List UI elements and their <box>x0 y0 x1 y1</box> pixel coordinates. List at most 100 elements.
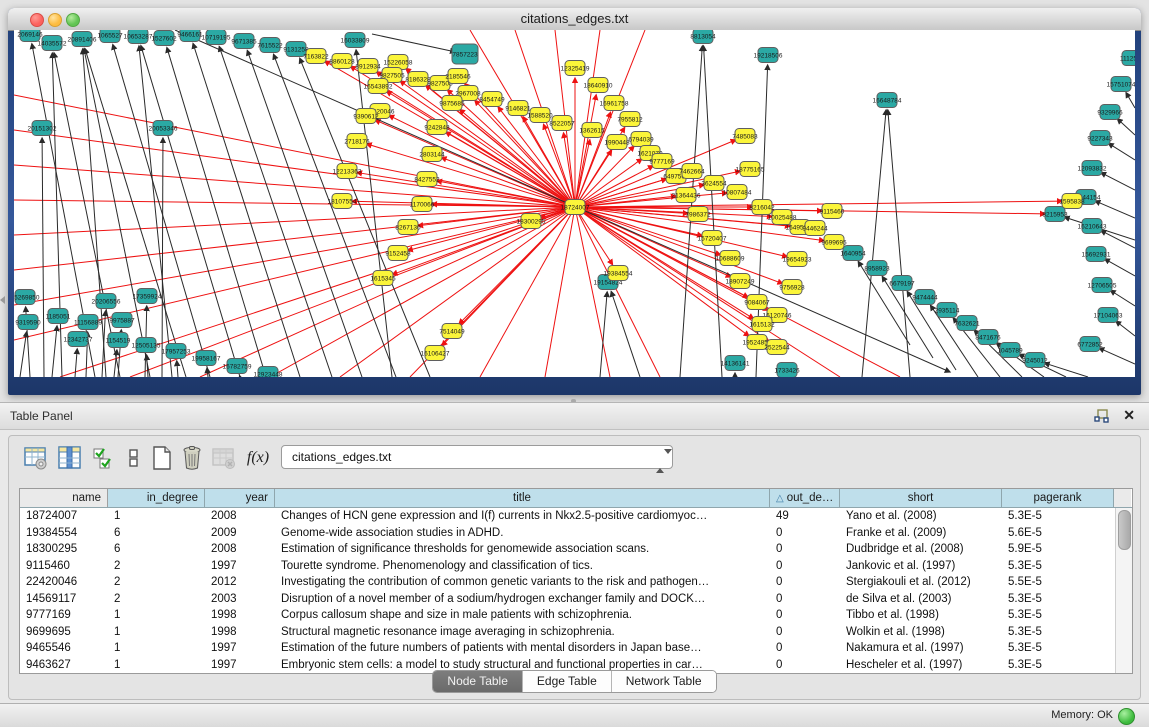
graph-node[interactable]: 2185546 <box>445 69 471 84</box>
graph-node[interactable]: 1990448 <box>604 135 630 150</box>
red-edge[interactable] <box>446 132 575 207</box>
graph-node[interactable]: 1154519 <box>106 333 131 348</box>
table-row[interactable]: 2242004622012Investigating the contribut… <box>20 574 1115 591</box>
close-panel-icon[interactable]: ✕ <box>1123 407 1135 424</box>
table-row[interactable]: 1872400712008Changes of HCN gene express… <box>20 508 1115 525</box>
graph-node[interactable]: 12923448 <box>254 367 283 378</box>
graph-node[interactable]: 9975887 <box>109 313 135 328</box>
table-selector-dropdown[interactable]: citations_edges.txt <box>281 445 673 469</box>
graph-node[interactable]: 8471676 <box>975 330 1001 345</box>
table-row[interactable]: 1456911722003Disruption of a novel membe… <box>20 591 1115 608</box>
graph-node[interactable]: 6679197 <box>889 276 915 291</box>
black-edge[interactable] <box>42 138 44 377</box>
column-header-year[interactable]: year <box>205 489 275 507</box>
red-edge[interactable] <box>14 130 575 207</box>
red-edge[interactable] <box>575 207 660 377</box>
column-header-out_de[interactable]: △out_de… <box>770 489 840 507</box>
graph-node[interactable]: 3624554 <box>701 176 727 191</box>
graph-node[interactable]: 9084067 <box>744 295 770 310</box>
graph-node[interactable]: 1112547 <box>1120 51 1135 66</box>
black-edge[interactable] <box>1095 201 1135 218</box>
graph-node[interactable]: 11156889 <box>74 315 102 330</box>
select-all-icon[interactable] <box>89 443 119 473</box>
graph-node[interactable]: 10653287 <box>124 30 153 44</box>
red-edge[interactable] <box>340 207 575 377</box>
red-edge[interactable] <box>389 115 575 207</box>
graph-node[interactable]: 1045789 <box>997 343 1023 358</box>
black-edge[interactable] <box>611 291 640 377</box>
graph-node[interactable]: 15751074 <box>1107 77 1135 92</box>
graph-node[interactable]: 7857223 <box>452 44 478 64</box>
column-header-in_degree[interactable]: in_degree <box>108 489 205 507</box>
graph-node[interactable]: 2522544 <box>764 340 790 355</box>
graph-node[interactable]: 12706505 <box>1088 278 1117 293</box>
black-edge[interactable] <box>162 138 163 377</box>
red-edge[interactable] <box>575 30 600 207</box>
scrollbar-thumb[interactable] <box>1118 510 1131 550</box>
graph-node[interactable]: 1170066 <box>410 197 435 212</box>
graph-node[interactable]: 7485083 <box>732 129 758 144</box>
graph-node[interactable]: 1362615 <box>579 123 605 138</box>
graph-node[interactable]: 25269850 <box>14 290 40 305</box>
graph-node[interactable]: 20151302 <box>28 121 57 136</box>
column-header-pagerank[interactable]: pagerank <box>1002 489 1114 507</box>
graph-node[interactable]: 1185051 <box>46 309 71 324</box>
graph-node[interactable]: 8958923 <box>864 261 890 276</box>
graph-node[interactable]: 8267130 <box>395 220 421 235</box>
graph-node[interactable]: 15720407 <box>698 231 727 246</box>
row-options-icon[interactable] <box>119 443 149 473</box>
network-canvas[interactable]: 2069146140355722089140610655271065328715… <box>14 30 1135 377</box>
table-row[interactable]: 1938455462009Genome-wide association stu… <box>20 525 1115 542</box>
graph-node[interactable]: 1733426 <box>774 363 800 378</box>
graph-node[interactable]: 17957253 <box>162 344 191 359</box>
graph-node[interactable]: 14136141 <box>721 356 750 371</box>
column-header-short[interactable]: short <box>840 489 1002 507</box>
graph-node[interactable]: 2935114 <box>935 303 960 318</box>
graph-node[interactable]: 15692931 <box>1082 247 1111 262</box>
black-edge[interactable] <box>85 49 186 377</box>
table-row[interactable]: 911546021997Tourette syndrome. Phenomeno… <box>20 558 1115 575</box>
graph-node[interactable]: 9152458 <box>385 246 411 261</box>
graph-node[interactable]: 1595838 <box>1059 194 1085 209</box>
graph-node[interactable]: 9227343 <box>1087 131 1113 146</box>
graph-node[interactable]: 9329966 <box>1097 105 1123 120</box>
tab-network-table[interactable]: Network Table <box>612 671 716 692</box>
graph-node[interactable]: 9466161 <box>177 30 203 42</box>
graph-node[interactable]: 20891406 <box>68 32 97 47</box>
graph-node[interactable]: 9875685 <box>439 96 465 111</box>
black-edge[interactable] <box>1105 259 1135 276</box>
graph-node[interactable]: 7163822 <box>303 49 329 64</box>
red-edge[interactable] <box>575 201 1062 207</box>
graph-node[interactable]: 18907249 <box>726 274 755 289</box>
red-edge[interactable] <box>14 207 575 305</box>
new-table-icon[interactable] <box>147 443 177 473</box>
graph-node[interactable]: 16106427 <box>421 346 450 361</box>
red-edge[interactable] <box>480 207 575 377</box>
graph-node[interactable]: 1615345 <box>370 271 396 286</box>
graph-node[interactable]: 18775165 <box>736 162 765 177</box>
graph-node[interactable]: 14035572 <box>38 36 67 51</box>
black-edge[interactable] <box>1101 173 1135 190</box>
graph-node[interactable]: 16961758 <box>600 96 629 111</box>
black-edge[interactable] <box>1116 321 1135 336</box>
graph-node[interactable]: 7462664 <box>679 164 705 179</box>
black-edge[interactable] <box>1126 93 1135 108</box>
black-edge[interactable] <box>888 110 910 377</box>
table-row[interactable]: 1830029562008Estimation of significance … <box>20 541 1115 558</box>
delete-rows-icon[interactable] <box>177 443 207 473</box>
table-row[interactable]: 977716911998Corpus callosum shape and si… <box>20 607 1115 624</box>
graph-node[interactable]: 10688609 <box>716 251 745 266</box>
graph-node[interactable]: 19958167 <box>192 351 221 366</box>
graph-node[interactable]: 9446244 <box>802 221 828 236</box>
graph-node[interactable]: 12213363 <box>333 164 362 179</box>
table-row[interactable]: 969969511998Structural magnetic resonanc… <box>20 624 1115 641</box>
graph-node[interactable]: 19218506 <box>754 48 783 63</box>
graph-node[interactable]: 9699695 <box>821 235 847 250</box>
black-edge[interactable] <box>75 349 77 377</box>
graph-node[interactable]: 21364436 <box>672 188 701 203</box>
black-edge[interactable] <box>147 355 148 377</box>
graph-node[interactable]: 1640954 <box>840 246 866 261</box>
window-titlebar[interactable]: citations_edges.txt <box>8 8 1141 31</box>
graph-node[interactable]: 17359924 <box>133 289 162 304</box>
black-edge[interactable] <box>1110 290 1135 306</box>
